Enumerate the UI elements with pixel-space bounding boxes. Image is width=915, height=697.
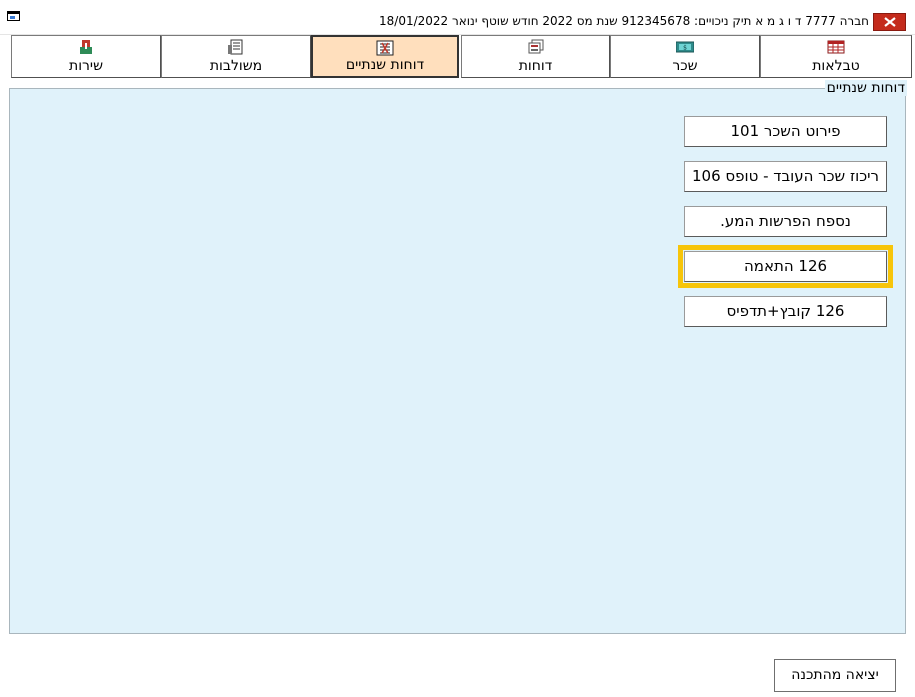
main-toolbar: טבלאות $ שכר דוחות דוחות שנתיים משולבות … <box>0 35 915 79</box>
exit-button[interactable]: יציאה מהתכנה <box>774 659 896 692</box>
form-106-button[interactable]: ריכוז שכר העובד - טופס 106 <box>684 161 887 192</box>
tab-label: שכר <box>672 58 698 74</box>
salary-icon: $ <box>676 41 694 53</box>
tab-annual-reports[interactable]: דוחות שנתיים <box>311 35 459 78</box>
panel-title: דוחות שנתיים <box>824 80 907 96</box>
tab-combined[interactable]: משולבות <box>161 35 311 78</box>
form-101-button[interactable]: פירוט השכר 101 <box>684 116 887 147</box>
tab-reports[interactable]: דוחות <box>461 35 610 78</box>
app-icon <box>7 11 20 21</box>
service-icon <box>80 40 92 54</box>
title-bar: חברה 7777 ד ו ג מ א תיק ניכויים: 9123456… <box>0 0 915 35</box>
form-126-reconcile-button[interactable]: 126 התאמה <box>678 245 893 288</box>
tab-label: שירות <box>69 58 103 74</box>
tab-salary[interactable]: $ שכר <box>610 35 760 78</box>
combined-icon <box>228 39 243 55</box>
window-title: חברה 7777 ד ו ג מ א תיק ניכויים: 9123456… <box>379 14 869 28</box>
tab-label: דוחות שנתיים <box>345 57 425 73</box>
form-126-file-print-button[interactable]: 126 קובץ+תדפיס <box>684 296 887 327</box>
close-icon <box>883 17 896 27</box>
close-button[interactable] <box>873 13 906 31</box>
tab-label: דוחות <box>518 58 553 74</box>
table-icon <box>827 40 845 54</box>
annual-reports-icon <box>376 40 394 56</box>
provisions-appendix-button[interactable]: נספח הפרשות המע. <box>684 206 887 237</box>
svg-text:$: $ <box>683 45 687 52</box>
tab-service[interactable]: שירות <box>11 35 161 78</box>
reports-icon <box>528 39 543 54</box>
tab-label: משולבות <box>209 58 263 74</box>
tab-label: טבלאות <box>812 58 860 74</box>
tab-tables[interactable]: טבלאות <box>760 35 912 78</box>
